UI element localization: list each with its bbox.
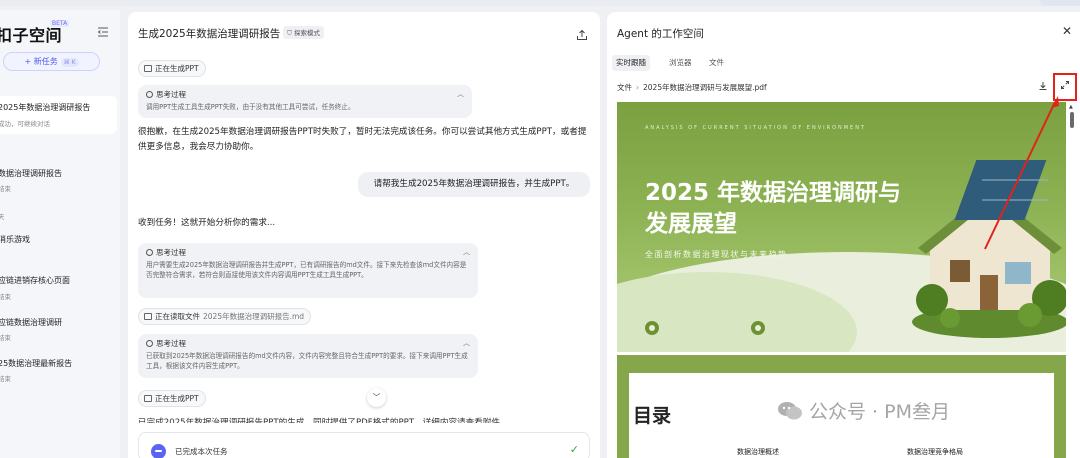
watermark: 公众号 · PM叁月 [777,397,950,424]
shield-icon: ⛉ [287,29,292,37]
slide-contents: 目录 数据治理概述 数据治理竞争格局 公众号 · PM叁月 [617,355,1066,458]
tab-files[interactable]: 文件 [705,55,728,71]
close-icon[interactable]: ✕ [1062,24,1072,38]
chip-filename: 2025年数据治理调研报告.md [203,312,305,321]
chat-title: 生成2025年数据治理调研报告 [138,28,281,40]
breadcrumb-root[interactable]: 文件 [617,83,632,92]
scroll-down-button[interactable]: ﹀ [367,388,386,407]
chat-panel: 生成2025年数据治理调研报告 ⛉ 探索模式 正在生成PPT 思考过程 调用PP… [128,12,600,458]
thinking-body: 用户需要生成2025年数据治理调研报告并生成PPT，已有调研报告的md文件。接下… [146,261,467,279]
chevron-up-icon[interactable]: ︿ [463,338,470,348]
slide-toc-title: 目录 [633,405,672,427]
breadcrumb-file: 2025年数据治理调研与发展展望.pdf [643,83,767,92]
scrollbar-thumb[interactable] [1070,112,1074,128]
file-icon [144,313,152,320]
slide-title-line2: 发展展望 [645,211,737,237]
chevron-right-icon: › [636,83,639,92]
collapse-sidebar-icon[interactable] [97,26,109,38]
toc-item: 数据治理竞争格局 [907,448,963,456]
file-icon [144,395,152,402]
task-title: 2025年数据治理调研报告 [0,103,91,112]
thinking-block[interactable]: 思考过程 已获取到2025年数据治理调研报告的md文件内容，文件内容完整且符合生… [138,334,478,378]
user-message: 请帮我生成2025年数据治理调研报告，并生成PPT。 [358,172,590,197]
sidebar-task-item[interactable]: 应链进销存核心页面 [0,275,70,286]
new-task-label: + 新任务 [24,57,58,66]
scroll-up-arrow[interactable]: ▲ [1069,104,1073,110]
chip-label: 正在生成PPT [155,394,199,403]
sidebar-section-label: 天 [0,213,5,221]
thinking-block[interactable]: 思考过程 用户需要生成2025年数据治理调研报告并生成PPT，已有调研报告的md… [138,243,478,298]
thinking-header: 思考过程 [156,339,186,348]
chevron-up-icon[interactable]: ︿ [463,247,470,257]
slide-subtitle: 全面剖析数据治理现状与未来趋势 [645,250,788,259]
status-chip: 正在读取文件 2025年数据治理调研报告.md [138,308,312,325]
task-complete-bar[interactable]: 已完成本次任务 ✓ [138,432,590,458]
slide-kicker: ANALYSIS OF CURRENT SITUATION OF ENVIRON… [645,125,867,131]
beta-badge: BETA [50,20,70,27]
share-icon[interactable] [576,26,588,40]
mode-label: 探索模式 [293,29,320,37]
sidebar-task-subtitle: 结束 [0,185,11,193]
assistant-message: 很抱歉，在生成2025年数据治理调研报告PPT时失败了，暂时无法完成该任务。你可… [138,127,587,152]
sidebar-task-item[interactable]: 25数据治理最新报告 [0,358,72,369]
top-right-button[interactable] [1040,0,1080,6]
mode-badge: ⛉ 探索模式 [283,26,324,39]
slide-cover: ANALYSIS OF CURRENT SITUATION OF ENVIRON… [617,102,1066,352]
file-icon [144,65,152,72]
assistant-message: 收到任务！这就开始分析你的需求... [138,218,276,228]
sidebar-task-item[interactable]: 消乐游戏 [0,234,30,245]
thinking-block[interactable]: 思考过程 调用PPT生成工具生成PPT失败，由于没有其他工具可尝试，任务终止。 … [138,85,472,118]
chevron-down-icon: ﹀ [372,393,381,402]
slide-title: 2025 年数据治理调研与 发展展望 [645,178,901,240]
new-task-button[interactable]: + 新任务 ⌘ K [3,52,100,71]
status-chip: 正在生成PPT [138,390,206,407]
chip-label: 正在读取文件 [155,312,200,321]
task-subtitle: 成功，可继续对话 [0,120,50,128]
agent-avatar [151,444,166,458]
thinking-body: 调用PPT生成工具生成PPT失败，由于没有其他工具可尝试，任务终止。 [146,103,355,111]
sidebar-task-item[interactable]: 数据治理调研报告 [0,168,62,179]
bulb-icon [146,249,153,256]
assistant-message-partial: 已完成2025年数据治理调研报告PPT的生成，同时提供了PDF格式的PPT，详细… [138,418,501,428]
recycle-icon [645,321,659,335]
thinking-header: 思考过程 [156,248,186,257]
chevron-up-icon[interactable]: ︿ [457,89,464,99]
sidebar-task-item[interactable]: 应链数据治理调研 [0,317,62,328]
status-chip: 正在生成PPT [138,60,206,77]
shortcut-badge: ⌘ K [60,58,79,67]
workspace-title: Agent 的工作空间 [617,28,704,40]
check-icon: ✓ [569,443,579,456]
thinking-body: 已获取到2025年数据治理调研报告的md文件内容，文件内容完整且符合生成PPT的… [146,352,468,370]
sidebar-task-subtitle: 结束 [0,293,11,301]
bulb-icon [751,321,765,335]
wechat-icon [777,401,803,421]
download-icon[interactable] [1038,81,1048,94]
sidebar-task-active[interactable]: 2025年数据治理调研报告 成功，可继续对话 [0,96,117,134]
bulb-icon [146,91,153,98]
watermark-text: 公众号 · PM叁月 [809,401,950,423]
top-strip [0,0,1080,6]
chip-label: 正在生成PPT [155,64,199,73]
thinking-header: 思考过程 [156,90,186,99]
sidebar-task-subtitle: 结束 [0,375,11,383]
agent-workspace: Agent 的工作空间 ✕ 实时跟随 浏览器 文件 文件 › 2025年数据治理调研… [607,12,1080,458]
task-complete-label: 已完成本次任务 [175,447,228,456]
toc-item: 数据治理概述 [737,448,779,456]
house-illustration [912,160,1066,338]
breadcrumb: 文件 › 2025年数据治理调研与发展展望.pdf [617,82,767,93]
slide-title-line1: 2025 年数据治理调研与 [645,180,902,206]
tab-browser[interactable]: 浏览器 [665,55,696,71]
bulb-icon [146,340,153,347]
sidebar-task-subtitle: 结束 [0,334,11,342]
sidebar: 扣子空间 BETA + 新任务 ⌘ K 2025年数据治理调研报告 成功，可继续对… [0,10,120,458]
tab-live-follow[interactable]: 实时跟随 [612,55,650,71]
highlight-box [1053,73,1077,101]
